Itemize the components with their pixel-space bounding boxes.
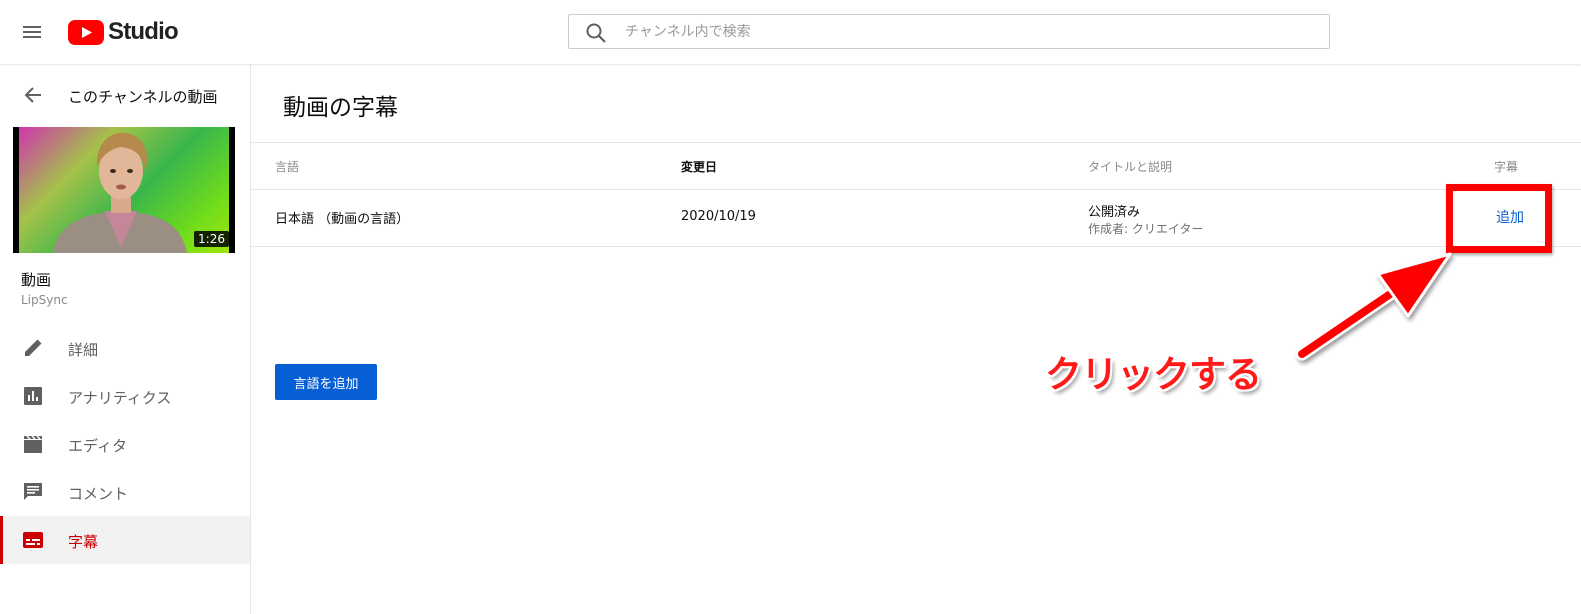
sidebar-item-label: コメント: [68, 485, 129, 503]
channel-name: LipSync: [21, 293, 68, 307]
back-label: このチャンネルの動画: [68, 88, 218, 106]
row-status: 公開済み: [1088, 205, 1141, 220]
video-duration: 1:26: [194, 231, 229, 247]
annotation-arrow-icon: [1295, 252, 1452, 361]
column-language: 言語: [275, 160, 300, 174]
search-input[interactable]: [625, 15, 1315, 48]
subtitles-table: 言語 変更日 タイトルと説明 字幕 日本語 （動画の言語） 2020/10/19…: [251, 142, 1581, 247]
column-subtitles: 字幕: [1494, 160, 1519, 174]
sidebar-item-comments[interactable]: コメント: [0, 468, 250, 516]
arrow-back-icon: [24, 87, 41, 103]
youtube-logo-icon: [68, 19, 104, 45]
row-modified-date: 2020/10/19: [681, 209, 756, 224]
comment-icon: [24, 483, 42, 500]
column-modified[interactable]: 変更日: [681, 158, 717, 175]
search-box[interactable]: [568, 14, 1330, 49]
logo-text: Studio: [108, 18, 179, 45]
sidebar-item-label: アナリティクス: [68, 389, 172, 407]
sidebar-item-editor[interactable]: エディタ: [0, 420, 250, 468]
search-icon[interactable]: [585, 22, 607, 44]
sidebar-item-label: 詳細: [68, 341, 99, 359]
pencil-icon: [25, 339, 42, 356]
row-author: 作成者: クリエイター: [1088, 222, 1204, 236]
sidebar-item-analytics[interactable]: アナリティクス: [0, 372, 250, 420]
table-row: 日本語 （動画の言語） 2020/10/19 公開済み 作成者: クリエイター …: [251, 190, 1581, 247]
subtitles-icon: [23, 532, 43, 548]
menu-icon[interactable]: [16, 16, 48, 48]
sidebar-item-label: エディタ: [68, 437, 127, 455]
sidebar-item-subtitles[interactable]: 字幕: [0, 516, 250, 564]
analytics-icon: [24, 387, 42, 405]
clapperboard-icon: [24, 435, 42, 453]
row-language: 日本語 （動画の言語）: [275, 212, 410, 227]
top-app-bar: Studio: [0, 0, 1581, 64]
sidebar-item-label: 字幕: [68, 533, 99, 551]
studio-logo[interactable]: Studio: [68, 18, 179, 45]
sidebar: このチャンネルの動画 1:26 動画 LipSync 詳細 アナリティクス エデ…: [0, 64, 251, 614]
column-title-description: タイトルと説明: [1088, 160, 1173, 174]
table-header: 言語 変更日 タイトルと説明 字幕: [251, 142, 1581, 190]
back-to-channel-videos[interactable]: このチャンネルの動画: [0, 64, 250, 128]
add-language-button[interactable]: 言語を追加: [275, 364, 377, 400]
page-title: 動画の字幕: [283, 95, 398, 121]
add-subtitles-link[interactable]: 追加: [1496, 207, 1524, 227]
sidebar-item-details[interactable]: 詳細: [0, 324, 250, 372]
video-thumbnail[interactable]: 1:26: [13, 127, 235, 253]
video-title: 動画: [21, 271, 52, 289]
click-annotation: クリックする: [1045, 353, 1262, 396]
